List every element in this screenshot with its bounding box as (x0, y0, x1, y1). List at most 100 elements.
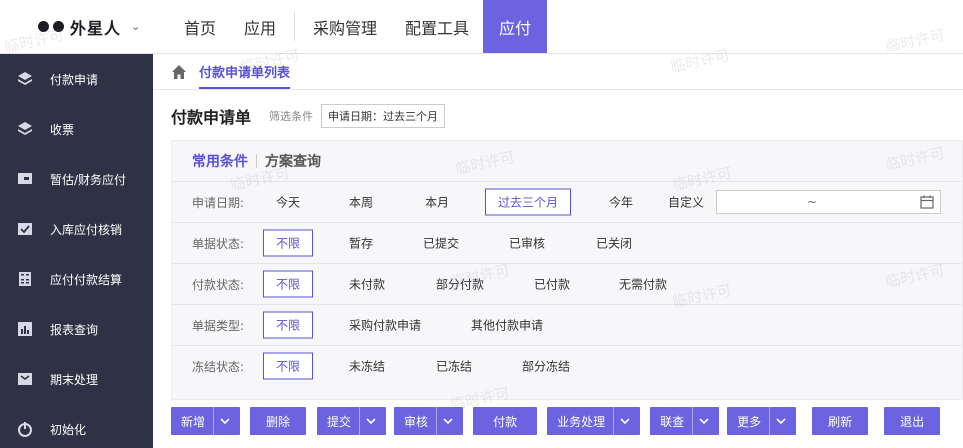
option-this-month[interactable]: 本月 (425, 194, 449, 211)
main-content: 付款申请单 筛选条件 申请日期：过去三个月 常用条件 方案查询 申请日期: 今天… (153, 90, 963, 448)
sidebar-item-label: 入库应付核销 (50, 222, 123, 237)
delete-button[interactable]: 删除 (250, 407, 307, 435)
main-nav: 首页 应用 采购管理 配置工具 应付 (170, 0, 548, 53)
option-unlimited[interactable]: 不限 (263, 229, 314, 257)
logo-dot-icon (53, 21, 64, 32)
button-label: 审核 (404, 414, 429, 429)
option-unfrozen[interactable]: 未冻结 (349, 358, 385, 375)
filter-panel: 常用条件 方案查询 申请日期: 今天 本周 本月 过去三个月 今年 自定义 ~ … (171, 140, 963, 400)
filter-label: 筛选条件 (269, 110, 314, 123)
layers-icon (16, 120, 34, 138)
button-label: 提交 (327, 414, 352, 429)
approve-button[interactable]: 审核 (394, 407, 464, 435)
sidebar-item-label: 期末处理 (50, 372, 99, 387)
chevron-down-icon[interactable] (769, 407, 786, 435)
option-custom[interactable]: 自定义 (668, 194, 704, 211)
tab-payment-request-list[interactable]: 付款申请单列表 (199, 54, 291, 89)
option-submitted[interactable]: 已提交 (423, 235, 459, 252)
home-icon[interactable] (171, 64, 187, 80)
option-partially-frozen[interactable]: 部分冻结 (522, 358, 570, 375)
option-partially-paid[interactable]: 部分付款 (436, 276, 484, 293)
exit-button[interactable]: 退出 (884, 407, 941, 435)
page-title: 付款申请单 (171, 108, 252, 127)
option-past-three-months[interactable]: 过去三个月 (485, 188, 572, 216)
date-range-input[interactable]: ~ (716, 190, 941, 214)
sidebar-item-label: 暂估/财务应付 (50, 172, 127, 187)
sidebar-item-label: 初始化 (50, 422, 87, 437)
tab-divider (256, 154, 257, 168)
sidebar-item-period-end[interactable]: 期末处理 (0, 354, 153, 404)
more-button[interactable]: 更多 (727, 407, 797, 435)
option-this-week[interactable]: 本周 (349, 194, 373, 211)
nav-divider (294, 12, 296, 41)
refresh-button[interactable]: 刷新 (812, 407, 869, 435)
tab-common-conditions[interactable]: 常用条件 (192, 151, 248, 171)
option-unlimited[interactable]: 不限 (263, 311, 314, 339)
chevron-down-icon[interactable] (692, 407, 709, 435)
sidebar-item-inbound-writeoff[interactable]: 入库应付核销 (0, 204, 153, 254)
action-toolbar: 新增 删除 提交 审核 付款 业务处理 联查 更多 刷新 退出 (171, 407, 941, 435)
option-other-payment-request[interactable]: 其他付款申请 (471, 317, 543, 334)
nav-item-payables[interactable]: 应付 (483, 0, 548, 53)
chevron-down-icon[interactable] (213, 407, 230, 435)
option-unlimited[interactable]: 不限 (263, 270, 314, 298)
option-today[interactable]: 今天 (276, 194, 300, 211)
option-purchase-payment-request[interactable]: 采购付款申请 (349, 317, 421, 334)
button-label: 联查 (660, 414, 685, 429)
filter-tabs: 常用条件 方案查询 (172, 141, 962, 181)
sidebar-item-estimated-payables[interactable]: 暂估/财务应付 (0, 154, 153, 204)
nav-item-procurement[interactable]: 采购管理 (299, 0, 391, 53)
sidebar-item-label: 收票 (50, 122, 75, 137)
pay-button[interactable]: 付款 (473, 407, 538, 435)
sidebar-item-payment-settlement[interactable]: 应付付款结算 (0, 254, 153, 304)
brand-logo[interactable]: 外星人 ⌄ (0, 0, 170, 53)
sidebar: 付款申请 收票 暂估/财务应付 入库应付核销 应付付款结算 报表查询 期末处理 … (0, 54, 153, 448)
layers-icon (16, 70, 34, 88)
option-approved[interactable]: 已审核 (509, 235, 545, 252)
top-navbar: 外星人 ⌄ 首页 应用 采购管理 配置工具 应付 (0, 0, 963, 54)
option-paid[interactable]: 已付款 (534, 276, 570, 293)
button-label: 退出 (900, 414, 925, 429)
breadcrumb: 付款申请单列表 (153, 54, 963, 90)
filter-row-label: 单据状态: (192, 236, 245, 251)
power-icon (16, 420, 34, 438)
chevron-down-icon[interactable] (359, 407, 376, 435)
option-draft[interactable]: 暂存 (349, 235, 373, 252)
option-unlimited[interactable]: 不限 (263, 352, 314, 380)
filter-row-label: 单据类型: (192, 318, 245, 333)
sidebar-item-invoice-receipt[interactable]: 收票 (0, 104, 153, 154)
business-process-button[interactable]: 业务处理 (547, 407, 641, 435)
button-label: 更多 (737, 414, 762, 429)
sidebar-item-report-query[interactable]: 报表查询 (0, 304, 153, 354)
inbox-icon (16, 370, 34, 388)
filter-row-freeze-status: 冻结状态: 不限 未冻结 已冻结 部分冻结 (172, 345, 962, 386)
option-unpaid[interactable]: 未付款 (349, 276, 385, 293)
chevron-down-icon[interactable] (436, 407, 453, 435)
sidebar-item-initialize[interactable]: 初始化 (0, 404, 153, 448)
filter-row-label: 冻结状态: (192, 359, 245, 374)
option-this-year[interactable]: 今年 (609, 194, 633, 211)
check-doc-icon (16, 220, 34, 238)
button-label: 新增 (181, 414, 206, 429)
filter-row-apply-date: 申请日期: 今天 本周 本月 过去三个月 今年 自定义 ~ (172, 181, 962, 222)
submit-button[interactable]: 提交 (317, 407, 387, 435)
filter-row-label: 申请日期: (192, 195, 245, 210)
calendar-icon[interactable] (920, 195, 934, 209)
brand-name: 外星人 (70, 18, 122, 38)
linked-query-button[interactable]: 联查 (650, 407, 720, 435)
report-icon (16, 320, 34, 338)
option-closed[interactable]: 已关闭 (596, 235, 632, 252)
nav-item-config-tools[interactable]: 配置工具 (391, 0, 483, 53)
add-button[interactable]: 新增 (171, 407, 241, 435)
chevron-down-icon[interactable] (613, 407, 630, 435)
nav-item-apps[interactable]: 应用 (230, 0, 290, 53)
sidebar-item-label: 应付付款结算 (50, 272, 123, 287)
option-no-payment-needed[interactable]: 无需付款 (619, 276, 667, 293)
filter-row-payment-status: 付款状态: 不限 未付款 部分付款 已付款 无需付款 (172, 263, 962, 304)
active-filter-tag[interactable]: 申请日期：过去三个月 (321, 104, 446, 128)
nav-item-home[interactable]: 首页 (170, 0, 230, 53)
sidebar-item-payment-request[interactable]: 付款申请 (0, 54, 153, 104)
option-frozen[interactable]: 已冻结 (436, 358, 472, 375)
tab-scheme-query[interactable]: 方案查询 (265, 151, 321, 171)
filter-row-document-status: 单据状态: 不限 暂存 已提交 已审核 已关闭 (172, 222, 962, 263)
